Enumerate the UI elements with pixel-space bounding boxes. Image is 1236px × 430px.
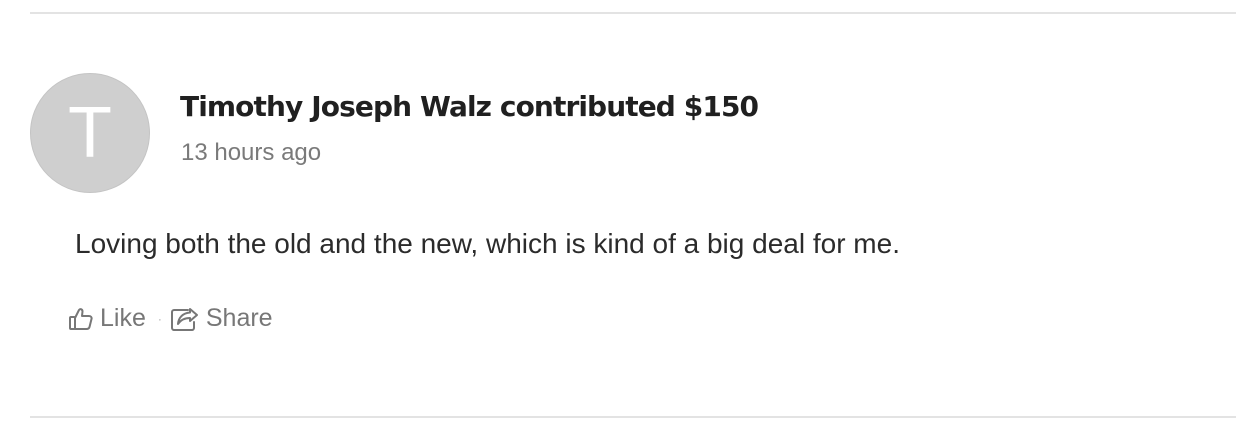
share-label: Share — [205, 304, 273, 332]
action-bar: Like · Share — [68, 304, 273, 333]
bottom-divider — [30, 416, 1236, 418]
avatar-initial: T — [68, 93, 112, 173]
timestamp: 13 hours ago — [181, 139, 322, 166]
donation-comment-card: T Timothy Joseph Walz contributed $150 1… — [0, 0, 1236, 430]
action-separator: · — [157, 311, 162, 326]
contributor-headline: Timothy Joseph Walz contributed $150 — [180, 90, 759, 123]
like-label: Like — [100, 304, 146, 332]
share-icon — [170, 306, 200, 332]
comment-message: Loving both the old and the new, which i… — [75, 228, 900, 259]
share-button[interactable]: Share — [170, 304, 273, 333]
avatar: T — [30, 73, 150, 193]
top-divider — [30, 12, 1236, 14]
thumbs-up-icon — [68, 306, 94, 332]
like-button[interactable]: Like — [68, 304, 146, 333]
